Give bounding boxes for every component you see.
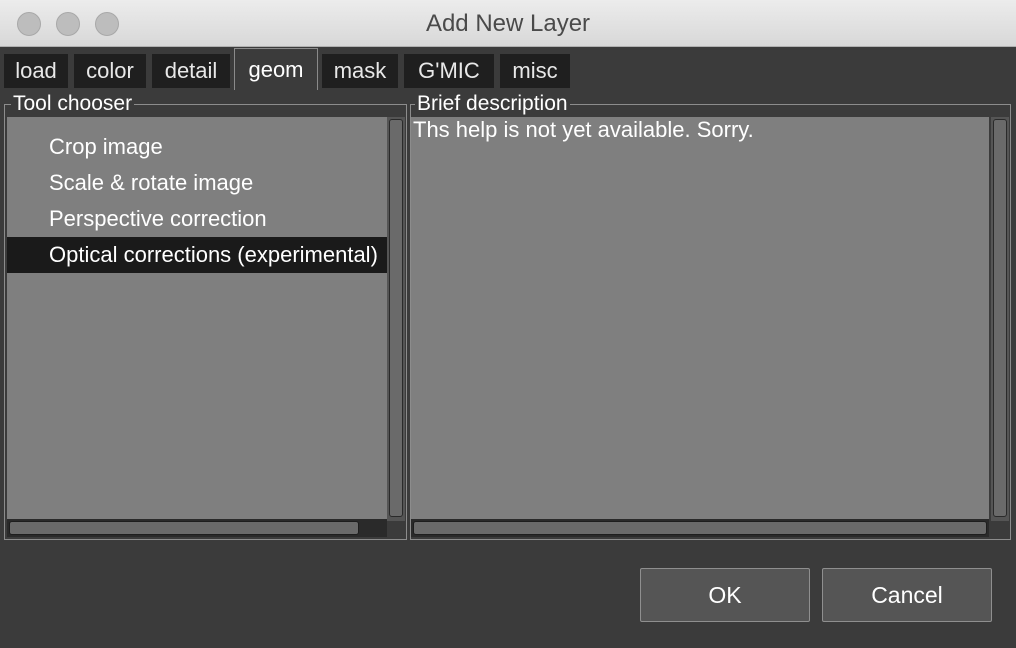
- tool-item-scale-rotate-image[interactable]: Scale & rotate image: [7, 165, 387, 201]
- tool-chooser-panel: Tool chooser Crop image Scale & rotate i…: [4, 93, 407, 540]
- description-horizontal-scrollbar[interactable]: [411, 519, 989, 537]
- tool-list-horizontal-scroll-thumb[interactable]: [9, 521, 359, 535]
- ok-button[interactable]: OK: [640, 568, 810, 622]
- description-horizontal-scroll-thumb[interactable]: [413, 521, 987, 535]
- title-bar[interactable]: Add New Layer: [0, 0, 1016, 47]
- tool-chooser-title: Tool chooser: [11, 92, 135, 115]
- brief-description-panel: Brief description Ths help is not yet av…: [410, 93, 1011, 540]
- tool-item-perspective-correction[interactable]: Perspective correction: [7, 201, 387, 237]
- tab-bar: load color detail geom mask G'MIC misc: [0, 46, 1016, 90]
- brief-description-title: Brief description: [415, 92, 570, 115]
- description-text: Ths help is not yet available. Sorry.: [413, 117, 754, 142]
- tool-list-vertical-scroll-thumb[interactable]: [389, 119, 403, 517]
- tab-mask[interactable]: mask: [322, 54, 398, 88]
- tab-misc[interactable]: misc: [500, 54, 570, 88]
- tool-item-crop-image[interactable]: Crop image: [7, 129, 387, 165]
- window-title: Add New Layer: [425, 10, 591, 37]
- description-text-area[interactable]: Ths help is not yet available. Sorry.: [411, 117, 989, 521]
- description-vertical-scroll-thumb[interactable]: [993, 119, 1007, 517]
- tab-gmic[interactable]: G'MIC: [404, 54, 494, 88]
- add-new-layer-dialog: Add New Layer load color detail geom mas…: [0, 0, 1016, 648]
- tab-color[interactable]: color: [74, 54, 146, 88]
- description-vertical-scrollbar[interactable]: [991, 117, 1009, 521]
- tab-geom[interactable]: geom: [234, 48, 318, 90]
- tool-list-vertical-scrollbar[interactable]: [387, 117, 405, 521]
- tool-list-horizontal-scrollbar[interactable]: [7, 519, 387, 537]
- tab-detail[interactable]: detail: [152, 54, 230, 88]
- cancel-button[interactable]: Cancel: [822, 568, 992, 622]
- tool-item-optical-corrections[interactable]: Optical corrections (experimental): [7, 237, 387, 273]
- tool-list[interactable]: Crop image Scale & rotate image Perspect…: [7, 117, 387, 521]
- tab-load[interactable]: load: [4, 54, 68, 88]
